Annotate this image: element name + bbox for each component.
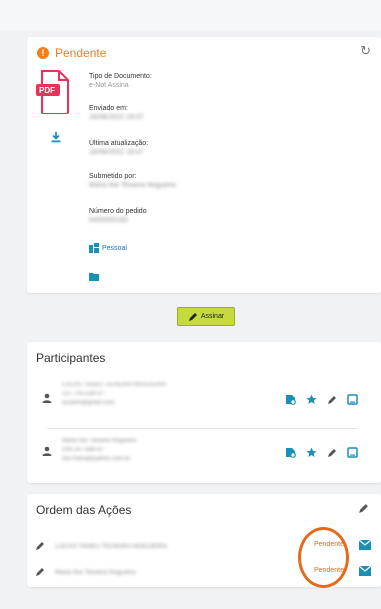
submitted-value: Maria Ilse Teixeira Nogueira [89,182,176,189]
person-icon [42,446,52,456]
status-label: Pendente [55,46,107,60]
document-card: ! Pendente ↻ PDF Tipo de Documento: e-No… [27,37,381,293]
participant-doc: 137.703.528-37 [62,391,105,397]
refresh-icon[interactable]: ↻ [360,43,371,59]
pdf-badge: PDF [39,86,55,95]
order-number: Número do pedido 6400000183 [89,207,147,225]
edit-icon[interactable] [358,503,369,514]
participants-title: Participantes [36,351,106,365]
pen-icon [36,542,44,550]
pen-icon[interactable] [327,395,337,405]
order-row: Maria Ilse Teixeira Nogueira Pendente [35,565,375,579]
mail-icon[interactable] [359,540,371,550]
participant-actions [285,394,368,405]
participant-email: ilse.maria@yahoo.com.br [62,456,131,462]
updated-value: 16/06/2022 19:07 [89,149,144,156]
order-row: LUCAS TADEU TEIXEIRA NOGUEIRA Pendente [35,539,375,553]
order-title: Ordem das Ações [36,503,132,517]
participant-name: LUCAS TADEU TEIXEIRA NOGUEIRA [62,382,166,388]
participant-doc: 209.247.896-87 [62,447,105,453]
sign-button-label: Assinar [200,313,225,320]
download-icon[interactable] [50,130,62,143]
star-icon[interactable] [306,447,317,458]
folder-label: Pessoal [102,244,127,252]
alert-icon: ! [37,47,49,59]
order-status: Pendente [314,541,344,548]
participant-item: Maria Ilse Teixeira Nogueira 209.247.896… [62,437,136,464]
participant-item: LUCAS TADEU TEIXEIRA NOGUEIRA 137.703.52… [62,381,166,408]
participant-name: Maria Ilse Teixeira Nogueira [62,438,137,444]
order-actions-card: Ordem das Ações LUCAS TADEU TEIXEIRA NOG… [27,494,381,587]
status-row: ! Pendente [37,46,106,60]
folder-icon[interactable] [89,268,99,286]
sent-date: Enviado em: 16/06/2022 19:07 [89,104,144,122]
seal-icon[interactable] [285,394,296,405]
tablet-icon[interactable] [347,447,358,458]
participants-card: Participantes LUCAS TADEU TEIXEIRA NOGUE… [27,342,381,483]
folder-grid-icon [89,243,99,253]
star-icon[interactable] [306,394,317,405]
doc-type-value: e-Not Assina [89,82,129,89]
sent-label: Enviado em: [89,105,128,112]
tablet-icon[interactable] [347,394,358,405]
top-band [0,0,381,30]
order-value: 6400000183 [89,217,128,224]
folder-link[interactable]: Pessoal [89,243,127,253]
participant-actions [285,447,368,458]
updated-label: Última atualização: [89,140,149,147]
pen-icon[interactable] [327,448,337,458]
pen-icon [188,312,197,321]
order-label: Número do pedido [89,208,147,215]
sign-button[interactable]: Assinar [177,307,235,326]
mail-icon[interactable] [359,566,371,576]
pdf-file-icon[interactable]: PDF [36,70,70,115]
person-icon [42,393,52,403]
submitted-label: Submetido por: [89,173,137,180]
seal-icon[interactable] [285,447,296,458]
participant-divider [47,428,357,429]
participant-email: lucastn@gmail.com [62,400,115,406]
updated-date: Última atualização: 16/06/2022 19:07 [89,139,148,157]
doc-type-label: Tipo de Documento: [89,73,152,80]
order-name: Maria Ilse Teixeira Nogueira [55,568,136,576]
order-status: Pendente [314,567,344,574]
submitted-by: Submetido por: Maria Ilse Teixeira Nogue… [89,172,176,190]
pen-icon [36,568,44,576]
doc-type: Tipo de Documento: e-Not Assina [89,72,152,90]
sent-value: 16/06/2022 19:07 [89,114,144,121]
order-name: LUCAS TADEU TEIXEIRA NOGUEIRA [55,542,168,550]
